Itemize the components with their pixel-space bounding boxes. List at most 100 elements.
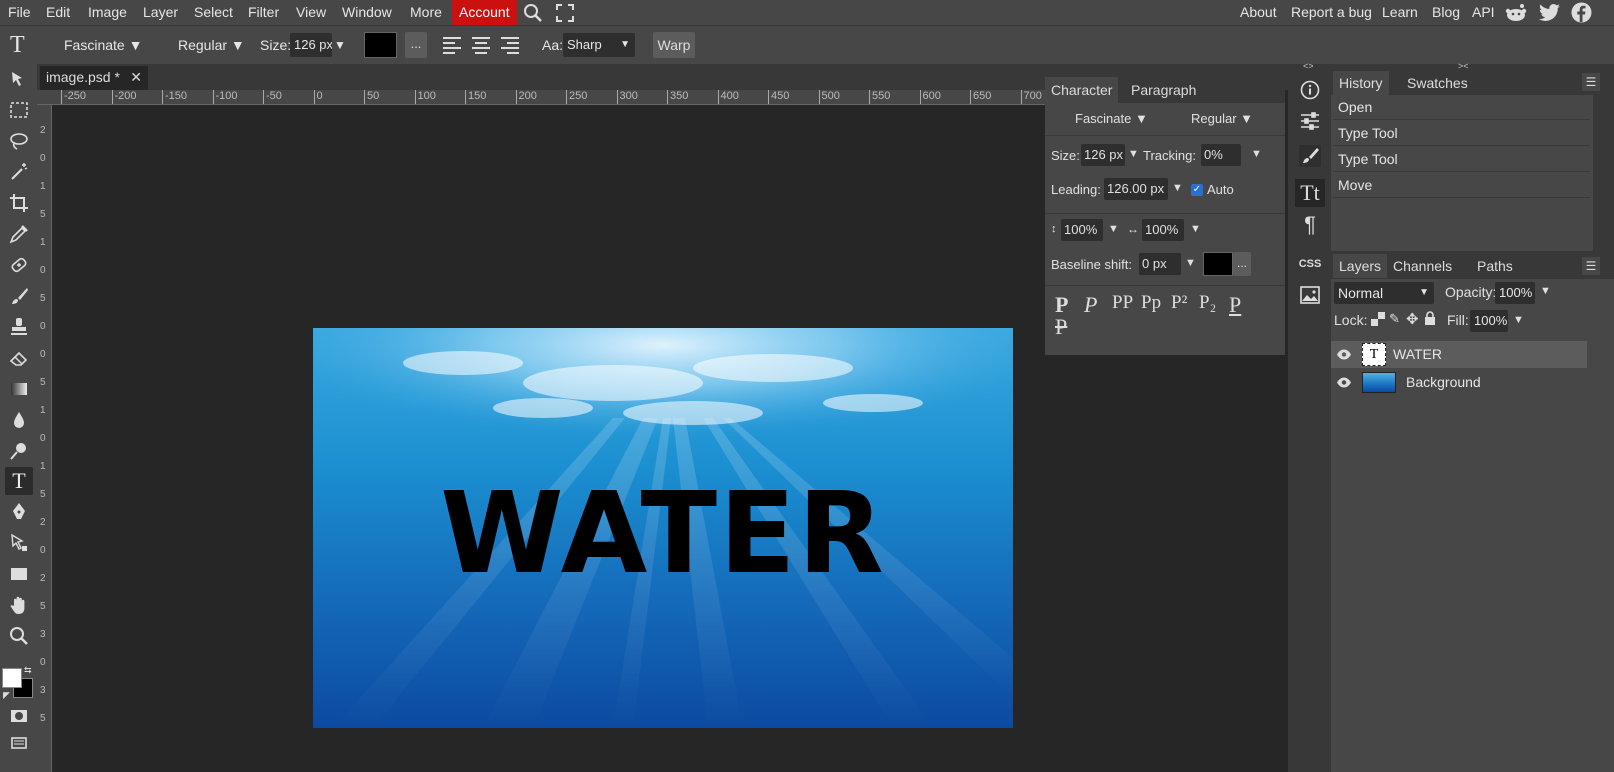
layer-row-water[interactable]: T WATER xyxy=(1331,341,1587,368)
eye-visibility-icon[interactable] xyxy=(1336,369,1352,405)
brush-tool-icon[interactable] xyxy=(5,282,33,310)
history-item-type-tool-2[interactable]: Type Tool xyxy=(1333,147,1590,172)
link-api[interactable]: API xyxy=(1472,0,1495,25)
type-tool-icon[interactable]: T xyxy=(5,467,33,495)
warp-button[interactable]: Warp xyxy=(653,32,695,58)
align-center-icon[interactable] xyxy=(471,36,491,57)
clone-stamp-icon[interactable] xyxy=(5,313,33,341)
lock-all-icon[interactable] xyxy=(1424,311,1436,328)
fullscreen-icon[interactable] xyxy=(556,4,574,25)
dodge-tool-icon[interactable] xyxy=(5,437,33,465)
move-tool-icon[interactable] xyxy=(5,66,33,94)
tracking-arrow[interactable]: ▼ xyxy=(1251,148,1262,160)
char-size-arrow[interactable]: ▼ xyxy=(1128,148,1139,160)
lock-transparency-icon[interactable] xyxy=(1371,312,1385,329)
lock-pixels-icon[interactable]: ✎ xyxy=(1389,311,1400,327)
subscript-button[interactable]: P₂ xyxy=(1199,292,1216,314)
char-font-dropdown[interactable]: Fascinate ▼ xyxy=(1075,111,1148,126)
history-item-open[interactable]: Open xyxy=(1333,95,1590,120)
text-color-swatch[interactable] xyxy=(364,32,397,58)
menu-file[interactable]: File xyxy=(8,0,31,25)
font-family-dropdown[interactable]: Fascinate ▼ xyxy=(64,26,142,64)
brush-settings-icon[interactable] xyxy=(1295,142,1325,170)
underline-button[interactable]: P xyxy=(1229,292,1241,318)
char-color-more-button[interactable]: ... xyxy=(1233,252,1251,276)
zoom-tool-icon[interactable] xyxy=(5,622,33,650)
search-icon[interactable] xyxy=(523,3,543,26)
more-options-button[interactable]: ... xyxy=(405,32,427,58)
font-style-dropdown[interactable]: Regular ▼ xyxy=(178,26,245,64)
magic-wand-icon[interactable] xyxy=(5,158,33,186)
tab-paragraph[interactable]: Paragraph xyxy=(1125,77,1202,103)
menu-filter[interactable]: Filter xyxy=(248,0,279,25)
blur-tool-icon[interactable] xyxy=(5,406,33,434)
leading-input[interactable]: 126.00 px xyxy=(1104,178,1168,200)
char-style-dropdown[interactable]: Regular ▼ xyxy=(1191,111,1253,126)
image-icon[interactable] xyxy=(1295,281,1325,309)
screen-mode-icon[interactable] xyxy=(5,729,33,757)
menu-edit[interactable]: Edit xyxy=(46,0,70,25)
vertical-scale-input[interactable]: 100% xyxy=(1061,219,1103,241)
baseline-shift-arrow[interactable]: ▼ xyxy=(1185,257,1196,269)
healing-brush-icon[interactable] xyxy=(5,251,33,279)
menu-select[interactable]: Select xyxy=(194,0,233,25)
paragraph-icon[interactable]: ¶ xyxy=(1295,211,1325,239)
css-icon[interactable]: CSS xyxy=(1295,250,1325,278)
link-about[interactable]: About xyxy=(1240,0,1277,25)
fill-arrow[interactable]: ▼ xyxy=(1513,314,1524,326)
tab-layers[interactable]: Layers xyxy=(1333,254,1388,278)
pen-tool-icon[interactable] xyxy=(5,498,33,526)
tab-channels[interactable]: Channels xyxy=(1387,254,1458,278)
layer-row-background[interactable]: Background xyxy=(1331,369,1587,396)
menu-view[interactable]: View xyxy=(296,0,326,25)
rectangle-shape-icon[interactable] xyxy=(5,560,33,588)
char-size-input[interactable]: 126 px xyxy=(1081,144,1125,166)
baseline-shift-input[interactable]: 0 px xyxy=(1139,253,1181,275)
account-button[interactable]: Account xyxy=(452,0,517,25)
auto-leading-checkbox[interactable]: ✓ xyxy=(1191,184,1203,196)
crop-tool-icon[interactable] xyxy=(5,189,33,217)
horizontal-scale-arrow[interactable]: ▼ xyxy=(1190,223,1201,235)
foreground-color-front[interactable] xyxy=(2,668,22,688)
align-right-icon[interactable] xyxy=(500,36,520,57)
character-icon[interactable]: Tt xyxy=(1295,179,1325,207)
history-item-type-tool[interactable]: Type Tool xyxy=(1333,121,1590,146)
align-left-icon[interactable] xyxy=(442,36,462,57)
facebook-icon[interactable] xyxy=(1571,2,1592,26)
tab-history[interactable]: History xyxy=(1333,71,1389,95)
horizontal-scale-input[interactable]: 100% xyxy=(1142,219,1184,241)
char-color-swatch[interactable] xyxy=(1203,252,1233,276)
quick-mask-icon[interactable] xyxy=(5,702,33,730)
close-icon[interactable]: ✕ xyxy=(130,66,142,88)
menu-image[interactable]: Image xyxy=(88,0,127,25)
menu-more[interactable]: More xyxy=(410,0,442,25)
path-select-icon[interactable] xyxy=(5,529,33,557)
gradient-icon[interactable] xyxy=(5,375,33,403)
font-size-dropdown-arrow[interactable]: ▼ xyxy=(334,26,346,64)
link-learn[interactable]: Learn xyxy=(1382,0,1418,25)
hand-tool-icon[interactable] xyxy=(5,591,33,619)
tab-paths[interactable]: Paths xyxy=(1471,254,1519,278)
layers-menu-icon[interactable]: ☰ xyxy=(1582,257,1600,275)
small-caps-button[interactable]: Pp xyxy=(1141,292,1161,314)
blend-mode-select[interactable]: Normal ▼ xyxy=(1334,282,1434,304)
opacity-arrow[interactable]: ▼ xyxy=(1540,285,1551,297)
superscript-button[interactable]: P² xyxy=(1171,292,1187,314)
tracking-input[interactable]: 0% xyxy=(1201,144,1241,166)
swap-colors-icon[interactable]: ⇆ xyxy=(24,665,32,676)
strikethrough-button[interactable]: P xyxy=(1055,314,1067,340)
adjustments-icon[interactable] xyxy=(1295,107,1325,135)
vertical-scale-arrow[interactable]: ▼ xyxy=(1108,223,1119,235)
link-report-bug[interactable]: Report a bug xyxy=(1291,0,1372,25)
collapse-panels-icon[interactable]: <> xyxy=(1303,61,1314,71)
tab-swatches[interactable]: Swatches xyxy=(1401,71,1474,95)
history-item-move[interactable]: Move xyxy=(1333,173,1590,198)
eyedropper-icon[interactable] xyxy=(5,220,33,248)
history-menu-icon[interactable]: ☰ xyxy=(1582,73,1600,91)
link-blog[interactable]: Blog xyxy=(1432,0,1460,25)
menu-window[interactable]: Window xyxy=(342,0,392,25)
twitter-icon[interactable] xyxy=(1539,3,1561,26)
eraser-icon[interactable] xyxy=(5,344,33,372)
canvas-image[interactable]: WATER xyxy=(313,328,1013,728)
marquee-tool-icon[interactable] xyxy=(5,96,33,124)
